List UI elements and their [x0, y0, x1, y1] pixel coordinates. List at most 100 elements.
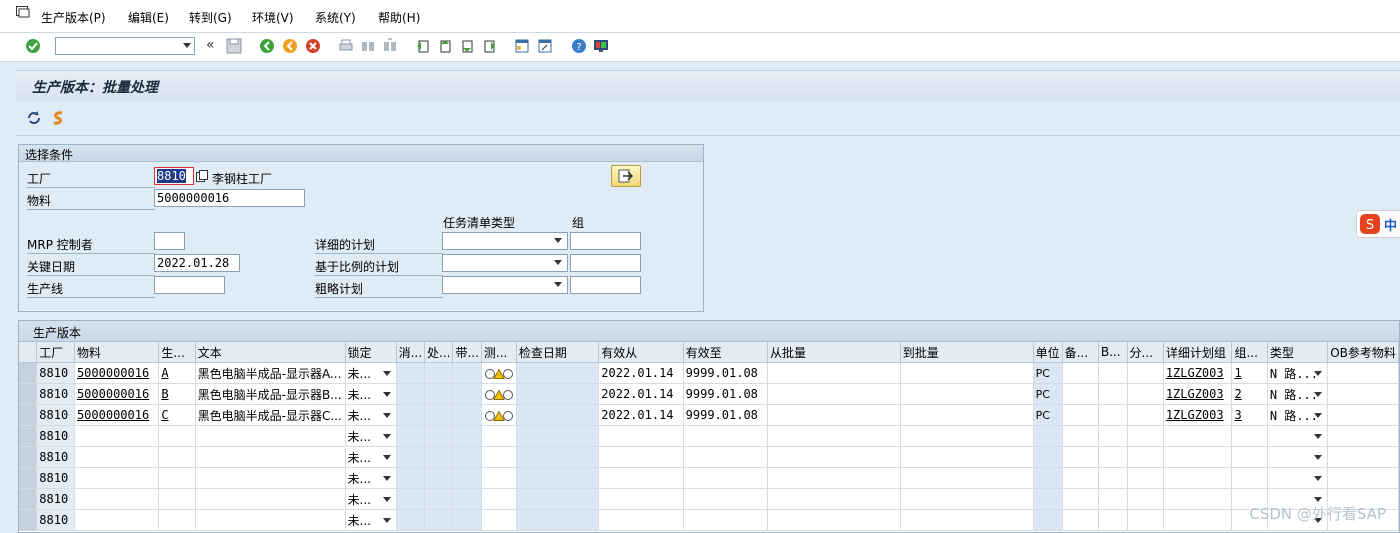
column-header[interactable]: 从批量: [767, 342, 901, 363]
column-header[interactable]: 生...: [158, 342, 196, 363]
valid-to-cell[interactable]: [683, 446, 769, 468]
alt-bom-cell[interactable]: [1062, 404, 1099, 426]
plan-group-cell[interactable]: 1ZLGZ003: [1163, 404, 1233, 426]
print-icon[interactable]: [338, 38, 354, 54]
plan-group-cell[interactable]: 1ZLGZ003: [1163, 362, 1233, 384]
alt-bom-cell[interactable]: [1062, 425, 1099, 447]
column-header[interactable]: 处...: [424, 342, 454, 363]
valid-to-cell[interactable]: [683, 425, 769, 447]
column-header[interactable]: OB参考物料: [1327, 342, 1399, 363]
lock-cell[interactable]: 未...: [345, 467, 397, 489]
lock-cell[interactable]: 未...: [345, 425, 397, 447]
column-header[interactable]: 物料: [74, 342, 160, 363]
version-cell[interactable]: C: [158, 404, 196, 426]
ob-ref-material-cell[interactable]: [1327, 362, 1399, 384]
refresh-icon[interactable]: [26, 110, 42, 126]
text-cell[interactable]: [195, 509, 346, 531]
to-lot-cell[interactable]: [900, 404, 1034, 426]
column-header[interactable]: 组...: [1231, 342, 1268, 363]
command-dropdown-icon[interactable]: [183, 43, 191, 48]
chevron-down-icon[interactable]: [382, 413, 391, 418]
row-selector[interactable]: [19, 383, 38, 405]
row-selector[interactable]: [19, 488, 38, 510]
previous-page-icon[interactable]: [437, 38, 453, 54]
menu-environment[interactable]: 环境(V): [252, 9, 294, 26]
valid-to-cell[interactable]: [683, 488, 769, 510]
plan-group-cell[interactable]: [1163, 488, 1233, 510]
type-cell[interactable]: [1267, 467, 1329, 489]
collapse-icon[interactable]: «: [206, 37, 215, 53]
chevron-down-icon[interactable]: [554, 260, 562, 265]
apportion-cell[interactable]: [1127, 362, 1164, 384]
column-header[interactable]: 分...: [1127, 342, 1164, 363]
bom-usage-cell[interactable]: [1098, 446, 1128, 468]
ob-ref-material-cell[interactable]: [1327, 467, 1399, 489]
chevron-down-icon[interactable]: [382, 497, 391, 502]
row-selector[interactable]: [19, 425, 38, 447]
lock-cell[interactable]: 未...: [345, 404, 397, 426]
menu-production-version[interactable]: 生产版本(P): [41, 9, 106, 26]
bom-usage-cell[interactable]: [1098, 404, 1128, 426]
material-cell[interactable]: 5000000016: [74, 383, 160, 405]
next-page-icon[interactable]: [459, 38, 475, 54]
valid-from-cell[interactable]: [598, 467, 684, 489]
to-lot-cell[interactable]: [900, 425, 1034, 447]
alt-bom-cell[interactable]: [1062, 362, 1099, 384]
type-cell[interactable]: N 路...: [1267, 362, 1329, 384]
table-row[interactable]: 8810 5000000016 A 黑色电脑半成品-显示器A... 未... 2022.0…: [19, 362, 1399, 384]
from-lot-cell[interactable]: [767, 467, 901, 489]
apportion-cell[interactable]: [1127, 425, 1164, 447]
table-row[interactable]: 8810 未...: [19, 488, 1399, 510]
valid-to-cell[interactable]: 9999.01.08: [683, 362, 769, 384]
column-header[interactable]: 文本: [195, 342, 346, 363]
plant-input[interactable]: 8810: [154, 167, 194, 185]
to-lot-cell[interactable]: [900, 446, 1034, 468]
key-date-input[interactable]: 2022.01.28: [154, 254, 240, 272]
chevron-down-icon[interactable]: [554, 282, 562, 287]
to-lot-cell[interactable]: [900, 383, 1034, 405]
menu-system[interactable]: 系统(Y): [315, 9, 356, 26]
from-lot-cell[interactable]: [767, 404, 901, 426]
production-line-input[interactable]: [154, 276, 225, 294]
column-header[interactable]: 消...: [396, 342, 426, 363]
to-lot-cell[interactable]: [900, 488, 1034, 510]
group-counter-cell[interactable]: [1231, 467, 1268, 489]
text-cell[interactable]: [195, 425, 346, 447]
valid-to-cell[interactable]: [683, 509, 769, 531]
chevron-down-icon[interactable]: [382, 455, 391, 460]
lock-cell[interactable]: 未...: [345, 383, 397, 405]
create-session-icon[interactable]: [514, 38, 530, 54]
apportion-cell[interactable]: [1127, 488, 1164, 510]
chevron-down-icon[interactable]: [1314, 476, 1323, 481]
row-selector-header[interactable]: [19, 342, 38, 363]
column-header[interactable]: B...: [1098, 342, 1128, 363]
lock-cell[interactable]: 未...: [345, 509, 397, 531]
ob-ref-material-cell[interactable]: [1327, 425, 1399, 447]
chevron-down-icon[interactable]: [1314, 392, 1323, 397]
column-header[interactable]: 测...: [481, 342, 517, 363]
version-cell[interactable]: [158, 509, 196, 531]
bom-usage-cell[interactable]: [1098, 383, 1128, 405]
material-cell[interactable]: 5000000016: [74, 362, 160, 384]
apportion-cell[interactable]: [1127, 383, 1164, 405]
valid-to-cell[interactable]: 9999.01.08: [683, 383, 769, 405]
detailed-plan-type-select[interactable]: [442, 232, 568, 250]
rough-plan-group-input[interactable]: [570, 276, 641, 294]
version-cell[interactable]: [158, 425, 196, 447]
table-row[interactable]: 8810 5000000016 C 黑色电脑半成品-显示器C... 未... 2022.0…: [19, 404, 1399, 426]
chevron-down-icon[interactable]: [1314, 434, 1323, 439]
plan-group-cell[interactable]: [1163, 446, 1233, 468]
material-cell[interactable]: [74, 488, 160, 510]
valid-from-cell[interactable]: [598, 509, 684, 531]
text-cell[interactable]: [195, 446, 346, 468]
execute-button[interactable]: [611, 165, 641, 187]
apportion-cell[interactable]: [1127, 509, 1164, 531]
valid-from-cell[interactable]: 2022.01.14: [598, 362, 684, 384]
from-lot-cell[interactable]: [767, 425, 901, 447]
mrp-controller-input[interactable]: [154, 232, 185, 250]
group-counter-cell[interactable]: [1231, 425, 1268, 447]
row-selector[interactable]: [19, 467, 38, 489]
bom-usage-cell[interactable]: [1098, 425, 1128, 447]
text-cell[interactable]: [195, 467, 346, 489]
alt-bom-cell[interactable]: [1062, 383, 1099, 405]
